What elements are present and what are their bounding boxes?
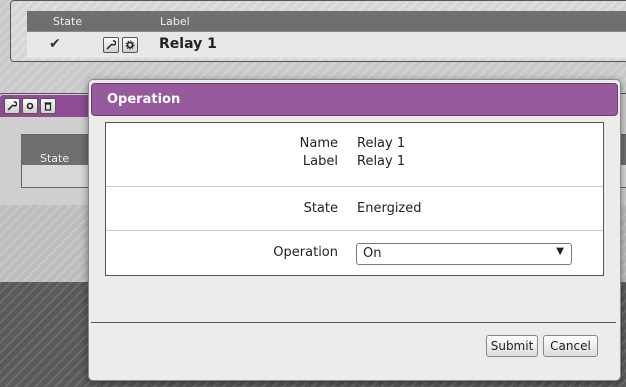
name-label-group: Name Relay 1 Label Relay 1 xyxy=(106,123,603,186)
state-field-value: Energized xyxy=(357,201,422,216)
state-column-header: State xyxy=(53,15,83,28)
wrench-icon[interactable] xyxy=(4,98,20,114)
state-field-label: State xyxy=(303,201,338,216)
table-row: ✔ Relay 1 xyxy=(27,31,626,58)
trash-icon[interactable] xyxy=(40,98,56,114)
label-column-header: Label xyxy=(160,15,190,28)
state-column-header: State xyxy=(40,152,70,165)
submit-button[interactable]: Submit xyxy=(486,335,538,357)
footer-divider xyxy=(91,322,616,323)
operation-field-label: Operation xyxy=(273,245,338,260)
relay-label: Relay 1 xyxy=(159,36,217,52)
panel-toolbar xyxy=(0,95,90,117)
gear-icon[interactable] xyxy=(22,98,38,114)
operation-select-value: On xyxy=(363,246,382,261)
wrench-icon[interactable] xyxy=(103,37,119,53)
operation-row: Operation On ▼ xyxy=(106,230,603,276)
dialog-title-bar[interactable]: Operation xyxy=(91,83,618,116)
chevron-down-icon: ▼ xyxy=(556,246,564,257)
name-field-value: Relay 1 xyxy=(357,136,406,151)
gear-icon[interactable] xyxy=(122,37,138,53)
checkmark-icon: ✔ xyxy=(49,36,61,52)
cancel-button[interactable]: Cancel xyxy=(543,335,598,357)
state-row: State Energized xyxy=(106,186,603,230)
operation-select[interactable]: On ▼ xyxy=(356,243,572,265)
dialog-body: Name Relay 1 Label Relay 1 State Energiz… xyxy=(105,122,604,276)
label-field-label: Label xyxy=(302,154,338,169)
table-header: State Label xyxy=(27,11,626,31)
label-field-value: Relay 1 xyxy=(357,154,406,169)
dialog-title: Operation xyxy=(107,92,181,107)
background-panel-top: State Label ✔ Relay 1 xyxy=(10,0,626,62)
name-field-label: Name xyxy=(299,136,338,151)
operation-dialog: Operation Name Relay 1 Label Relay 1 Sta… xyxy=(88,79,621,381)
